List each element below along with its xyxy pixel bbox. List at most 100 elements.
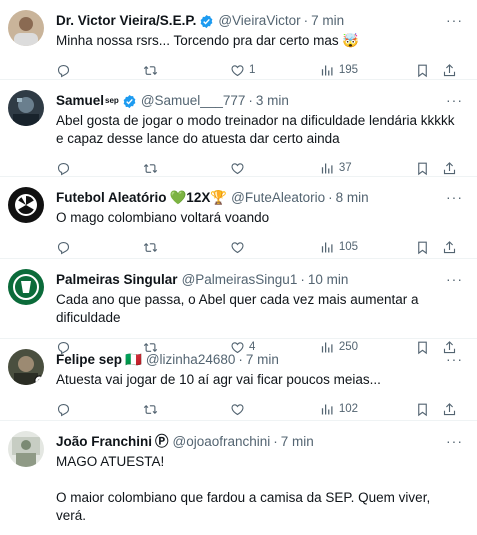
timestamp[interactable]: 7 min [281, 433, 314, 451]
views-button[interactable]: 37 [320, 161, 415, 176]
avatar[interactable] [8, 187, 44, 223]
like-button[interactable] [230, 240, 320, 255]
tweet[interactable]: João Franchini Ⓟ @ojoaofranchini · 7 min… [0, 421, 477, 535]
avatar[interactable] [8, 431, 44, 467]
tweet-actions: 92 [56, 529, 461, 535]
tweet[interactable]: Futebol Aleatório 💚12X🏆 @FuteAleatorio ·… [0, 177, 477, 259]
share-button[interactable] [442, 63, 461, 78]
reply-button[interactable] [56, 63, 143, 78]
tweet-text: Abel gosta de jogar o modo treinador na … [56, 113, 455, 146]
heart-icon [231, 241, 244, 253]
avatar-image [8, 10, 44, 46]
views-icon [321, 65, 333, 75]
tweet[interactable]: Palmeiras Singular @PalmeirasSingu1 · 10… [0, 259, 477, 354]
retweet-button[interactable] [143, 240, 230, 255]
avatar[interactable] [8, 269, 44, 305]
author-name[interactable]: Samuel [56, 92, 104, 110]
bookmark-button[interactable] [415, 240, 442, 255]
tweet[interactable]: Felipe sep 🇮🇹 @lizinha24680 · 7 min ··· … [0, 339, 477, 421]
avatar-image [8, 187, 44, 223]
share-icon [443, 402, 455, 415]
views-button[interactable]: 195 [320, 63, 415, 78]
retweet-button[interactable] [143, 63, 230, 78]
timestamp[interactable]: 7 min [311, 12, 344, 30]
avatar-image [8, 431, 44, 467]
view-count: 37 [338, 162, 352, 174]
author-handle[interactable]: @lizinha24680 [146, 351, 236, 369]
author-name[interactable]: Futebol Aleatório [56, 189, 167, 207]
more-icon[interactable]: ··· [446, 12, 463, 28]
bookmark-icon [417, 64, 427, 77]
more-icon[interactable]: ··· [446, 92, 463, 108]
like-count: 1 [249, 64, 256, 76]
timestamp[interactable]: 3 min [256, 92, 289, 110]
reply-icon [57, 241, 70, 254]
avatar[interactable] [8, 10, 44, 46]
like-button[interactable] [230, 402, 320, 417]
separator-dot: · [303, 13, 309, 28]
author-handle[interactable]: @FuteAleatorio [231, 189, 325, 207]
like-button[interactable] [230, 161, 320, 176]
timestamp[interactable]: 10 min [308, 271, 349, 289]
bookmark-button[interactable] [415, 402, 442, 417]
bookmark-button[interactable] [415, 161, 442, 176]
more-icon[interactable]: ··· [446, 351, 463, 367]
heart-icon [231, 162, 244, 174]
name-superscript: sep [105, 96, 119, 105]
tweet-text: Cada ano que passa, o Abel quer cada vez… [56, 292, 419, 325]
verified-badge-icon [123, 94, 136, 108]
retweet-button[interactable] [143, 161, 230, 176]
retweet-icon [143, 404, 158, 414]
author-handle[interactable]: @VieiraVictor [218, 12, 300, 30]
reply-button[interactable] [56, 402, 143, 417]
reply-icon [57, 403, 70, 416]
retweet-icon [143, 242, 158, 252]
views-icon [321, 242, 333, 252]
views-icon [321, 163, 333, 173]
avatar[interactable] [8, 90, 44, 126]
author-name[interactable]: Dr. Victor Vieira/S.E.P. [56, 12, 196, 30]
timestamp[interactable]: 8 min [336, 189, 369, 207]
like-button[interactable]: 1 [230, 63, 320, 78]
view-count: 195 [338, 64, 359, 76]
share-button[interactable] [442, 161, 461, 176]
author-handle[interactable]: @ojoaofranchini [173, 433, 271, 451]
author-name[interactable]: João Franchini [56, 433, 152, 451]
views-button[interactable]: 102 [320, 402, 415, 417]
share-button[interactable] [442, 402, 461, 417]
more-icon[interactable]: ··· [446, 189, 463, 205]
reply-icon [57, 162, 70, 175]
avatar-image [8, 269, 44, 305]
avatar[interactable] [8, 349, 44, 385]
retweet-button[interactable] [143, 402, 230, 417]
more-icon[interactable]: ··· [446, 433, 463, 449]
reply-button[interactable] [56, 161, 143, 176]
more-icon[interactable]: ··· [446, 271, 463, 287]
separator-dot: · [248, 93, 253, 108]
views-button[interactable]: 105 [320, 240, 415, 255]
name-suffix: 🇮🇹 [125, 352, 142, 367]
author-name[interactable]: Palmeiras Singular [56, 271, 178, 289]
view-count: 105 [338, 241, 359, 253]
bookmark-icon [417, 403, 427, 416]
name-suffix: 💚12X🏆 [169, 190, 228, 205]
avatar-image [8, 90, 44, 126]
tweet-text: MAGO ATUESTA! O maior colombiano que far… [56, 454, 431, 523]
share-icon [443, 63, 455, 76]
timestamp[interactable]: 7 min [246, 351, 279, 369]
wheel-badge-icon [34, 375, 44, 385]
share-button[interactable] [442, 240, 461, 255]
author-handle[interactable]: @Samuel___777 [141, 92, 246, 110]
tweet[interactable]: Dr. Victor Vieira/S.E.P. @VieiraVictor ·… [0, 0, 477, 80]
author-handle[interactable]: @PalmeirasSingu1 [182, 271, 298, 289]
separator-dot: · [273, 434, 278, 449]
bookmark-icon [417, 241, 427, 254]
tweet[interactable]: Samuel sep @Samuel___777 · 3 min ··· Abe… [0, 80, 477, 177]
heart-icon [231, 64, 244, 76]
reply-button[interactable] [56, 240, 143, 255]
separator-dot: · [328, 190, 333, 205]
heart-icon [231, 403, 244, 415]
author-name[interactable]: Felipe sep [56, 351, 122, 369]
share-icon [443, 240, 455, 253]
bookmark-button[interactable] [415, 63, 442, 78]
